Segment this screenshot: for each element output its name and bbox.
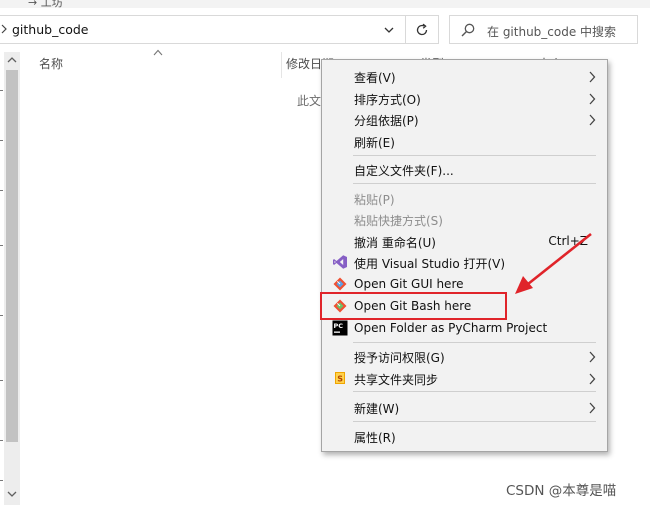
address-path: github_code	[12, 22, 89, 37]
column-header-name[interactable]: 名称	[39, 55, 63, 72]
menu-item-label: 排序方式(O)	[354, 93, 421, 107]
nav-scrollbar[interactable]	[4, 52, 20, 505]
menu-separator	[353, 391, 596, 392]
chevron-right-icon	[589, 402, 596, 414]
menu-item-open-pycharm[interactable]: PC Open Folder as PyCharm Project	[322, 317, 607, 339]
menu-item-label: 粘贴快捷方式(S)	[354, 214, 443, 228]
menu-item-sort-by[interactable]: 排序方式(O)	[322, 87, 607, 109]
menu-item-new[interactable]: 新建(W)	[322, 396, 607, 418]
menu-item-label: 使用 Visual Studio 打开(V)	[354, 257, 506, 271]
menu-item-label: 查看(V)	[354, 71, 396, 85]
annotation-arrow	[515, 232, 592, 294]
search-input[interactable]: 在 github_code 中搜索	[449, 15, 638, 44]
search-placeholder: 在 github_code 中搜索	[487, 25, 617, 39]
menu-item-group-by[interactable]: 分组依据(P)	[322, 108, 607, 130]
menu-item-share-folder-sync[interactable]: S 共享文件夹同步	[322, 367, 607, 389]
menu-item-properties[interactable]: 属性(R)	[322, 425, 607, 447]
search-icon	[461, 23, 475, 37]
svg-text:S: S	[337, 375, 343, 384]
menu-item-label: Open Git GUI here	[354, 277, 464, 291]
menu-item-label: Open Folder as PyCharm Project	[354, 321, 548, 335]
scroll-down-icon[interactable]	[7, 490, 17, 498]
menu-item-grant-access[interactable]: 授予访问权限(G)	[322, 345, 607, 367]
menu-separator	[353, 342, 596, 343]
menu-item-customize-folder[interactable]: 自定义文件夹(F)...	[322, 158, 607, 180]
scroll-up-icon[interactable]	[7, 56, 17, 64]
menu-item-label: 属性(R)	[354, 431, 396, 445]
refresh-button[interactable]	[406, 15, 439, 44]
share-sync-icon: S	[335, 372, 345, 384]
svg-text:PC: PC	[334, 322, 344, 330]
menu-separator	[353, 421, 596, 422]
watermark: CSDN @本尊是喵	[506, 483, 617, 499]
sort-ascending-icon	[153, 49, 163, 56]
chevron-right-icon	[589, 351, 596, 363]
menu-item-paste-shortcut[interactable]: 粘贴快捷方式(S)	[322, 208, 607, 230]
menu-separator	[353, 183, 596, 184]
chevron-right-icon	[589, 373, 596, 385]
scrollbar-thumb[interactable]	[6, 70, 18, 442]
menu-item-label: 撤消 重命名(U)	[354, 236, 436, 250]
refresh-icon	[416, 23, 428, 35]
git-gui-icon	[333, 277, 347, 291]
menu-item-label: 粘贴(P)	[354, 193, 395, 207]
address-bar[interactable]: github_code	[0, 15, 406, 44]
menu-item-label: 共享文件夹同步	[354, 373, 439, 387]
menu-separator	[353, 155, 596, 156]
chevron-right-icon	[589, 71, 596, 83]
column-divider[interactable]	[281, 52, 282, 78]
menu-item-label: 刷新(E)	[354, 136, 395, 150]
highlight-box	[320, 292, 507, 320]
nav-pane-edge	[0, 60, 3, 505]
chevron-right-icon	[589, 114, 596, 126]
menu-item-label: 新建(W)	[354, 402, 400, 416]
title-strip: → 工坊	[0, 0, 650, 8]
menu-item-paste[interactable]: 粘贴(P)	[322, 187, 607, 209]
chevron-right-icon	[1, 24, 7, 34]
chevron-right-icon	[589, 93, 596, 105]
title-fragment: → 工坊	[28, 0, 63, 8]
menu-item-refresh[interactable]: 刷新(E)	[322, 130, 607, 152]
visual-studio-icon	[333, 255, 347, 269]
menu-item-label: 分组依据(P)	[354, 114, 419, 128]
menu-item-view[interactable]: 查看(V)	[322, 65, 607, 87]
menu-item-label: 授予访问权限(G)	[354, 351, 445, 365]
pycharm-icon: PC	[332, 320, 348, 336]
chevron-down-icon[interactable]	[382, 22, 396, 38]
menu-item-label: 自定义文件夹(F)...	[354, 164, 454, 178]
